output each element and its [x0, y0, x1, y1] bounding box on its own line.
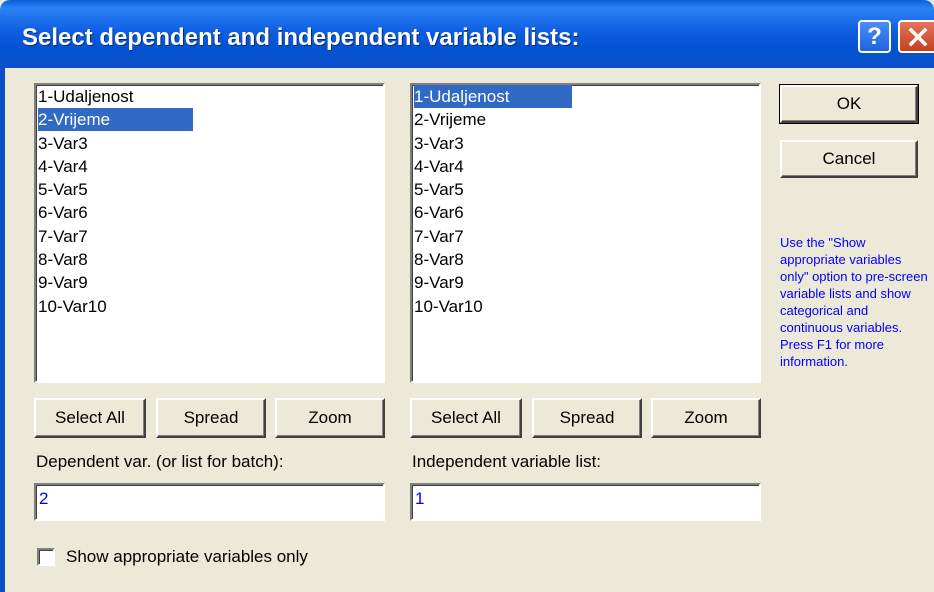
independent-variable-listbox[interactable]: 1-Udaljenost 2-Vrijeme 3-Var3 4-Var4 5-V…	[410, 83, 761, 383]
left-spread-button[interactable]: Spread	[156, 398, 266, 438]
list-item[interactable]: 3-Var3	[414, 132, 759, 155]
close-button[interactable]	[898, 20, 934, 53]
show-appropriate-checkbox[interactable]	[37, 548, 55, 566]
dependent-var-input[interactable]: 2	[34, 483, 385, 521]
dependent-variable-listbox[interactable]: 1-Udaljenost 2-Vrijeme 3-Var3 4-Var4 5-V…	[34, 83, 385, 383]
right-spread-button[interactable]: Spread	[532, 398, 642, 438]
cancel-button[interactable]: Cancel	[780, 140, 918, 178]
list-item[interactable]: 1-Udaljenost	[38, 85, 383, 108]
independent-var-input[interactable]: 1	[410, 483, 761, 521]
help-button[interactable]: ?	[858, 20, 891, 53]
list-item[interactable]: 5-Var5	[414, 178, 759, 201]
list-item[interactable]: 7-Var7	[38, 225, 383, 248]
list-item[interactable]: 3-Var3	[38, 132, 383, 155]
list-item[interactable]: 2-Vrijeme	[414, 108, 759, 131]
list-item-selected[interactable]: 1-Udaljenost	[414, 85, 759, 108]
list-item[interactable]: 6-Var6	[414, 201, 759, 224]
question-mark-icon: ?	[867, 22, 882, 50]
dependent-var-label: Dependent var. (or list for batch):	[36, 452, 284, 471]
list-item[interactable]: 4-Var4	[38, 155, 383, 178]
close-icon	[908, 27, 928, 46]
right-select-all-button[interactable]: Select All	[410, 398, 522, 438]
list-item[interactable]: 10-Var10	[38, 295, 383, 318]
title-bar[interactable]: Select dependent and independent variabl…	[0, 0, 934, 68]
left-zoom-button[interactable]: Zoom	[275, 398, 385, 438]
list-item[interactable]: 8-Var8	[38, 248, 383, 271]
right-zoom-button[interactable]: Zoom	[651, 398, 761, 438]
window-title: Select dependent and independent variabl…	[22, 24, 580, 51]
list-item[interactable]: 6-Var6	[38, 201, 383, 224]
list-item[interactable]: 4-Var4	[414, 155, 759, 178]
list-item[interactable]: 9-Var9	[38, 271, 383, 294]
list-item[interactable]: 8-Var8	[414, 248, 759, 271]
help-note: Use the "Show appropriate variables only…	[780, 235, 928, 369]
list-item[interactable]: 9-Var9	[414, 271, 759, 294]
list-item[interactable]: 5-Var5	[38, 178, 383, 201]
independent-var-label: Independent variable list:	[412, 452, 602, 471]
left-select-all-button[interactable]: Select All	[34, 398, 146, 438]
window-frame	[0, 68, 5, 592]
list-item[interactable]: 7-Var7	[414, 225, 759, 248]
list-item[interactable]: 10-Var10	[414, 295, 759, 318]
list-item-selected[interactable]: 2-Vrijeme	[38, 108, 383, 132]
show-appropriate-label[interactable]: Show appropriate variables only	[66, 547, 308, 567]
ok-button[interactable]: OK	[779, 84, 919, 124]
